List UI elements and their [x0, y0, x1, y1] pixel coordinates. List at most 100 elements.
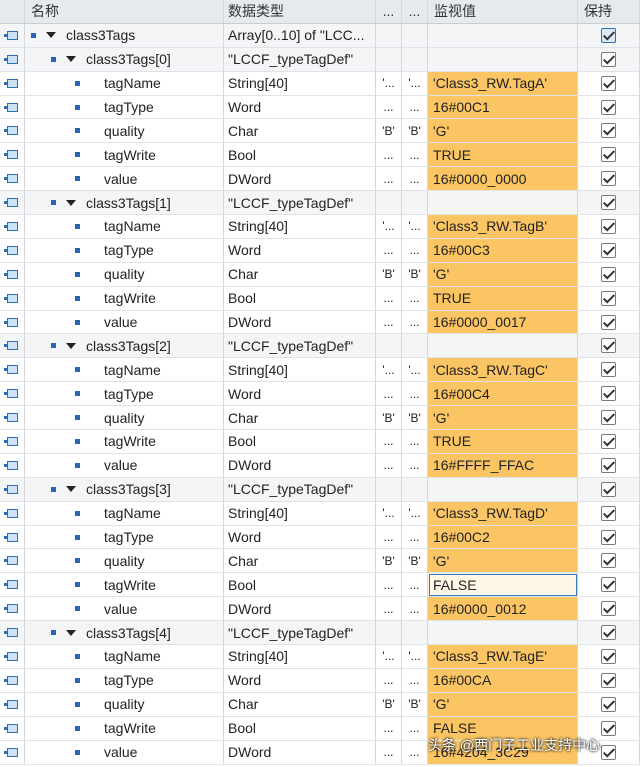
table-row[interactable]: tagName String[40] '... '... 'Class3_RW.TagE…	[0, 645, 640, 669]
table-row[interactable]: tagType Word...... 16#00C2	[0, 525, 640, 550]
retain-checkbox[interactable]	[601, 696, 616, 712]
field-start-value[interactable]: '...	[376, 501, 402, 526]
table-row[interactable]: value DWord...... 16#4204_3C29	[0, 740, 640, 765]
field-start-value[interactable]: ...	[376, 167, 402, 192]
retain-checkbox[interactable]	[601, 266, 616, 282]
field-snapshot[interactable]: ...	[402, 430, 428, 454]
field-snapshot[interactable]: ...	[402, 597, 428, 622]
field-start-value[interactable]: ...	[376, 95, 402, 120]
field-monitor-value[interactable]: FALSE	[428, 573, 578, 598]
field-monitor-value[interactable]: 16#FFFF_FFAC	[428, 453, 578, 478]
field-monitor-value[interactable]: 'G'	[428, 406, 578, 431]
field-snapshot[interactable]: ...	[402, 95, 428, 120]
expand-triangle-icon[interactable]	[66, 486, 76, 493]
retain-checkbox[interactable]	[601, 553, 616, 569]
field-start-value[interactable]: 'B'	[376, 119, 402, 144]
field-snapshot[interactable]: 'B'	[402, 406, 428, 431]
expand-triangle-icon[interactable]	[66, 629, 76, 636]
field-snapshot[interactable]: '...	[402, 215, 428, 239]
expand-triangle-icon[interactable]	[66, 56, 76, 63]
field-snapshot[interactable]: ...	[402, 525, 428, 550]
field-monitor-value[interactable]: 'Class3_RW.TagD'	[428, 501, 578, 526]
retain-checkbox[interactable]	[601, 386, 616, 402]
field-monitor-value[interactable]: 'G'	[428, 119, 578, 144]
field-snapshot[interactable]: ...	[402, 238, 428, 263]
retain-checkbox[interactable]	[601, 529, 616, 545]
retain-checkbox[interactable]	[601, 218, 616, 234]
field-start-value[interactable]: ...	[376, 668, 402, 693]
table-row[interactable]: tagType Word...... 16#00C3	[0, 238, 640, 263]
table-row[interactable]: quality Char 'B' 'B' 'G'	[0, 262, 640, 287]
field-snapshot[interactable]: 'B'	[402, 692, 428, 717]
retain-checkbox[interactable]	[601, 720, 616, 736]
table-row[interactable]: value DWord...... 16#0000_0000	[0, 167, 640, 192]
field-snapshot[interactable]: ...	[402, 740, 428, 765]
field-snapshot[interactable]: ...	[402, 573, 428, 598]
expand-triangle-icon[interactable]	[66, 342, 76, 349]
field-start-value[interactable]: ...	[376, 716, 402, 741]
field-snapshot[interactable]: '...	[402, 358, 428, 383]
field-start-value[interactable]: ...	[376, 597, 402, 622]
field-start-value[interactable]: ...	[376, 740, 402, 765]
field-start-value[interactable]: ...	[376, 238, 402, 263]
field-monitor-value[interactable]: 'Class3_RW.TagA'	[428, 71, 578, 96]
table-row[interactable]: quality Char 'B' 'B' 'G'	[0, 692, 640, 717]
retain-checkbox[interactable]	[601, 195, 616, 211]
retain-checkbox[interactable]	[601, 410, 616, 426]
field-start-value[interactable]: ...	[376, 310, 402, 335]
field-monitor-value[interactable]: 16#00C3	[428, 238, 578, 263]
retain-checkbox[interactable]	[601, 744, 616, 760]
field-start-value[interactable]: 'B'	[376, 262, 402, 287]
field-snapshot[interactable]: '...	[402, 501, 428, 526]
field-snapshot[interactable]: ...	[402, 143, 428, 168]
field-monitor-value[interactable]: 'Class3_RW.TagE'	[428, 645, 578, 669]
table-row[interactable]: tagWrite Bool...... TRUE	[0, 143, 640, 168]
group-row[interactable]: class3Tags[4] "LCCF_typeTagDef"	[0, 621, 640, 646]
retain-checkbox[interactable]	[601, 290, 616, 306]
field-snapshot[interactable]: ...	[402, 668, 428, 693]
group-row[interactable]: class3Tags[0] "LCCF_typeTagDef"	[0, 47, 640, 72]
field-start-value[interactable]: '...	[376, 645, 402, 669]
header-snapshot[interactable]: ...	[402, 0, 428, 24]
retain-checkbox[interactable]	[601, 362, 616, 378]
root-row[interactable]: class3Tags Array[0..10] of "LCC...	[0, 23, 640, 48]
field-snapshot[interactable]: ...	[402, 167, 428, 192]
retain-checkbox[interactable]	[601, 672, 616, 688]
field-monitor-value[interactable]: 16#0000_0012	[428, 597, 578, 622]
table-row[interactable]: tagWrite Bool...... FALSE	[0, 573, 640, 598]
field-snapshot[interactable]: 'B'	[402, 119, 428, 144]
field-start-value[interactable]: '...	[376, 358, 402, 383]
table-row[interactable]: tagName String[40] '... '... 'Class3_RW.TagD…	[0, 501, 640, 526]
field-start-value[interactable]: '...	[376, 215, 402, 239]
retain-checkbox[interactable]	[601, 51, 616, 67]
header-retain[interactable]: 保持	[578, 0, 640, 24]
field-snapshot[interactable]: ...	[402, 716, 428, 741]
field-start-value[interactable]: ...	[376, 573, 402, 598]
table-row[interactable]: tagWrite Bool...... TRUE	[0, 286, 640, 311]
table-row[interactable]: tagName String[40] '... '... 'Class3_RW.TagA…	[0, 71, 640, 96]
retain-checkbox[interactable]	[601, 123, 616, 139]
field-start-value[interactable]: '...	[376, 71, 402, 96]
field-monitor-value[interactable]: 'G'	[428, 262, 578, 287]
field-monitor-value[interactable]: TRUE	[428, 286, 578, 311]
retain-checkbox[interactable]	[601, 171, 616, 187]
field-monitor-value[interactable]: 16#00C2	[428, 525, 578, 550]
header-datatype[interactable]: 数据类型	[224, 0, 376, 24]
group-row[interactable]: class3Tags[1] "LCCF_typeTagDef"	[0, 191, 640, 216]
field-start-value[interactable]: ...	[376, 430, 402, 454]
header-name[interactable]: 名称	[25, 0, 224, 24]
table-row[interactable]: tagType Word...... 16#00CA	[0, 668, 640, 693]
table-row[interactable]: quality Char 'B' 'B' 'G'	[0, 549, 640, 574]
table-row[interactable]: quality Char 'B' 'B' 'G'	[0, 119, 640, 144]
field-start-value[interactable]: 'B'	[376, 692, 402, 717]
field-snapshot[interactable]: ...	[402, 382, 428, 407]
field-monitor-value[interactable]: FALSE	[428, 716, 578, 741]
table-row[interactable]: value DWord...... 16#0000_0017	[0, 310, 640, 335]
field-monitor-value[interactable]: 16#0000_0017	[428, 310, 578, 335]
field-monitor-value[interactable]: 16#0000_0000	[428, 167, 578, 192]
field-snapshot[interactable]: 'B'	[402, 262, 428, 287]
table-row[interactable]: tagWrite Bool...... FALSE	[0, 716, 640, 741]
expand-triangle-icon[interactable]	[46, 32, 56, 39]
retain-checkbox[interactable]	[601, 457, 616, 473]
field-start-value[interactable]: ...	[376, 143, 402, 168]
